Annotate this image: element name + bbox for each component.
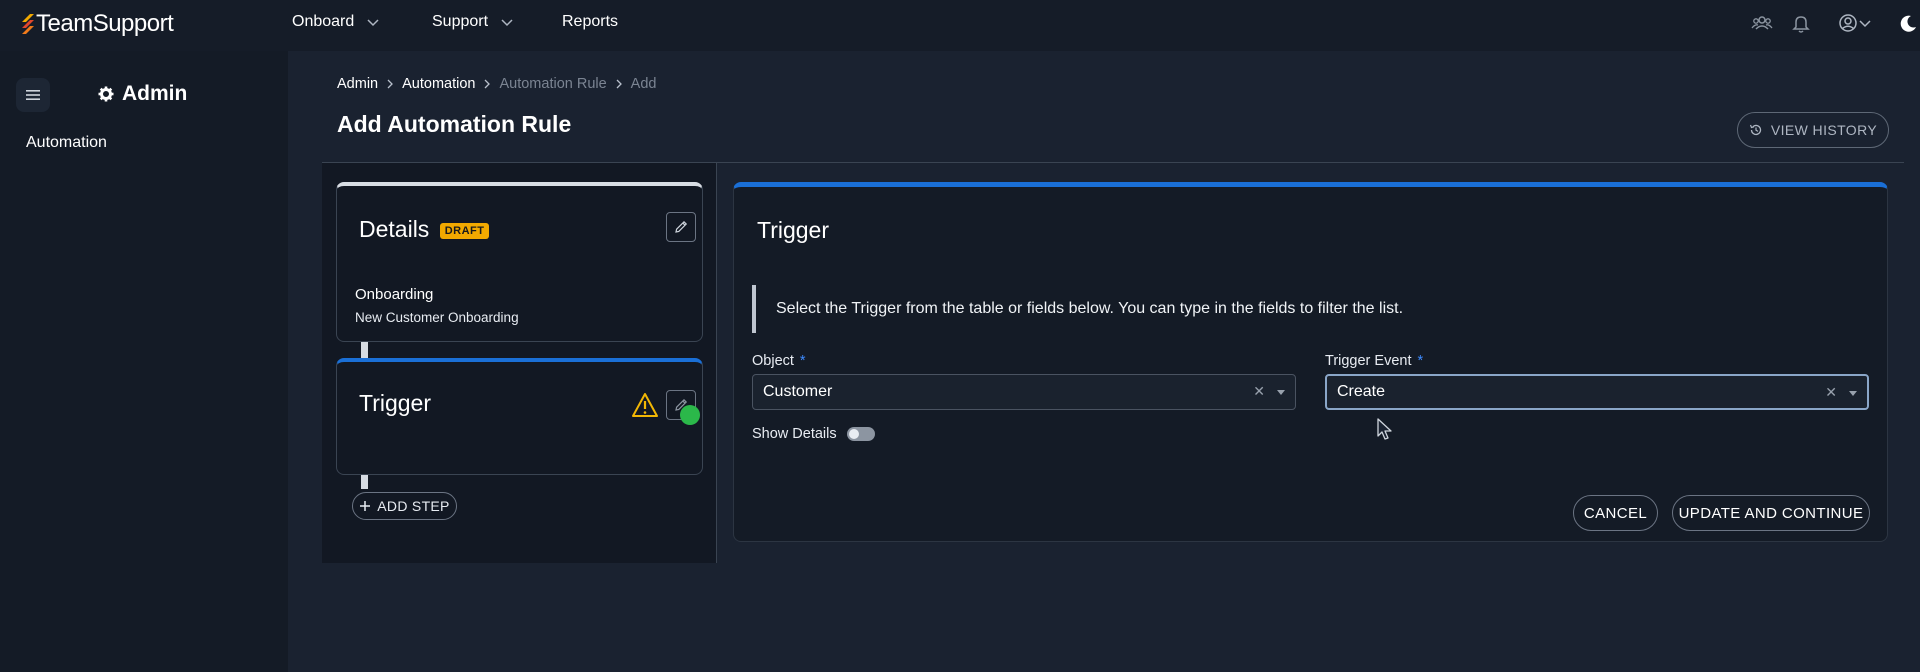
clear-icon[interactable]: ✕ xyxy=(1253,383,1265,400)
nav-support-label: Support xyxy=(432,13,489,30)
breadcrumb: Admin Automation Automation Rule Add xyxy=(337,76,656,92)
details-category: Onboarding xyxy=(355,286,434,303)
trigger-panel: Trigger Select the Trigger from the tabl… xyxy=(733,182,1888,542)
chevron-right-icon xyxy=(616,79,622,89)
object-field-label: Object * xyxy=(752,353,806,369)
chevron-down-icon[interactable] xyxy=(1858,12,1872,34)
trigger-step-title: Trigger xyxy=(359,390,431,416)
hamburger-icon xyxy=(26,90,40,100)
trigger-event-field-label: Trigger Event * xyxy=(1325,353,1424,369)
active-status-dot xyxy=(680,405,700,425)
pencil-icon xyxy=(675,220,688,233)
sidebar-title-text: Admin xyxy=(122,82,188,105)
nav-support[interactable]: Support xyxy=(432,13,514,31)
view-history-label: VIEW HISTORY xyxy=(1770,122,1878,138)
trigger-instructions: Select the Trigger from the table or fie… xyxy=(752,285,1403,333)
chevron-right-icon xyxy=(387,79,394,89)
warning-icon xyxy=(632,393,658,417)
breadcrumb-admin[interactable]: Admin xyxy=(337,76,378,92)
bell-icon[interactable] xyxy=(1790,12,1812,34)
add-step-label: ADD STEP xyxy=(377,498,450,514)
update-and-continue-button[interactable]: UPDATE AND CONTINUE xyxy=(1672,495,1870,531)
caret-down-icon[interactable] xyxy=(1849,391,1857,396)
add-step-button[interactable]: ADD STEP xyxy=(352,492,457,520)
nav-reports-label: Reports xyxy=(562,13,619,30)
edit-details-button[interactable] xyxy=(666,212,696,242)
toggle-knob xyxy=(849,429,859,439)
chevron-down-icon xyxy=(501,19,513,27)
step-connector xyxy=(361,475,368,489)
trigger-panel-title: Trigger xyxy=(757,217,829,243)
breadcrumb-automation[interactable]: Automation xyxy=(402,76,475,92)
sidebar: Admin Automation xyxy=(0,51,288,672)
sidebar-title: Admin xyxy=(98,82,187,106)
trigger-step-card[interactable]: Trigger xyxy=(336,358,703,475)
menu-toggle-button[interactable] xyxy=(16,78,50,112)
details-step-title: Details DRAFT xyxy=(359,216,490,243)
trigger-event-select[interactable]: Create ✕ xyxy=(1325,374,1869,410)
object-select-value: Customer xyxy=(763,383,833,400)
nav-onboard[interactable]: Onboard xyxy=(292,13,380,31)
show-details-label: Show Details xyxy=(752,426,837,442)
cancel-button[interactable]: CANCEL xyxy=(1573,495,1658,531)
object-select[interactable]: Customer ✕ xyxy=(752,374,1296,410)
step-connector xyxy=(361,342,368,358)
top-navbar: TeamSupport Onboard Support Reports xyxy=(0,0,1920,51)
clear-icon[interactable]: ✕ xyxy=(1825,384,1837,401)
details-rule-name: New Customer Onboarding xyxy=(355,310,519,325)
history-icon xyxy=(1749,124,1762,136)
breadcrumb-add: Add xyxy=(630,76,657,92)
mouse-cursor-icon xyxy=(1377,418,1392,440)
user-account-icon[interactable] xyxy=(1837,12,1859,34)
chevron-down-icon xyxy=(367,19,379,27)
show-details-toggle[interactable] xyxy=(847,427,875,441)
page-title: Add Automation Rule xyxy=(337,111,572,137)
chevron-right-icon xyxy=(485,79,491,89)
team-icon[interactable] xyxy=(1751,12,1773,34)
moon-icon[interactable] xyxy=(1897,12,1919,34)
breadcrumb-automation-rule: Automation Rule xyxy=(499,76,607,92)
plus-icon xyxy=(360,501,371,511)
view-history-button[interactable]: VIEW HISTORY xyxy=(1737,112,1889,148)
trigger-event-select-value: Create xyxy=(1337,383,1386,400)
logo-text: TeamSupport xyxy=(36,10,174,37)
draft-badge: DRAFT xyxy=(439,222,490,239)
logo-mark-icon xyxy=(22,14,34,34)
teamsupport-logo[interactable]: TeamSupport xyxy=(20,10,174,38)
caret-down-icon[interactable] xyxy=(1277,390,1285,395)
gear-icon xyxy=(98,86,114,102)
sidebar-item-automation[interactable]: Automation xyxy=(26,134,107,152)
nav-reports[interactable]: Reports xyxy=(562,13,618,31)
nav-onboard-label: Onboard xyxy=(292,13,355,30)
details-step-card[interactable]: Details DRAFT Onboarding New Customer On… xyxy=(336,182,703,342)
